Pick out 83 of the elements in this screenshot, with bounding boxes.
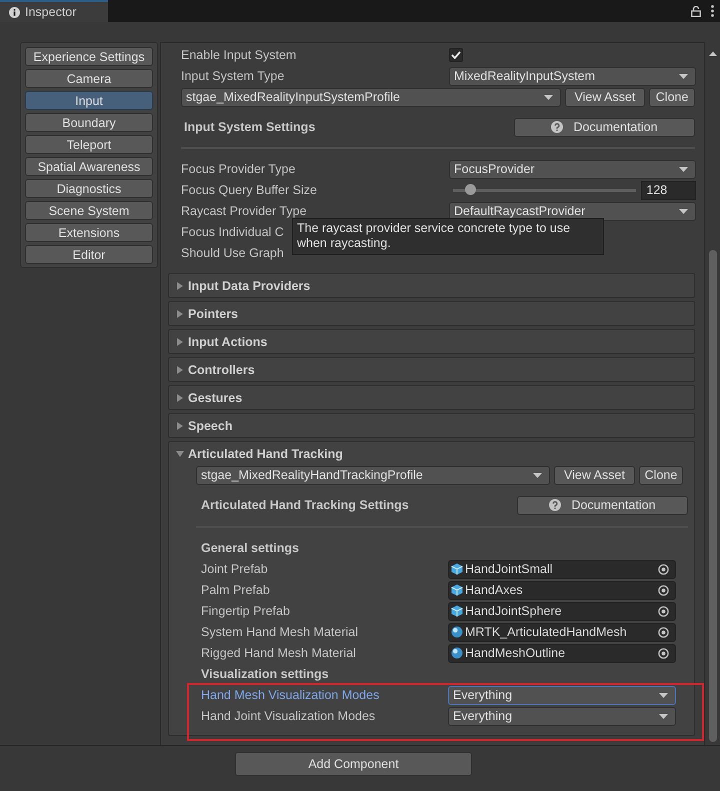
object-field[interactable]: HandAxes: [448, 580, 676, 600]
field-label: Hand Joint Visualization Modes: [201, 709, 376, 723]
nav-button[interactable]: Extensions: [25, 223, 153, 242]
field-label: Rigged Hand Mesh Material: [201, 646, 357, 660]
group-title: General settings: [201, 541, 299, 555]
object-field[interactable]: HandJointSphere: [448, 602, 676, 620]
slider-thumb[interactable]: [464, 184, 476, 194]
info-icon: [9, 6, 20, 18]
foldout-title[interactable]: Input Data Providers: [188, 278, 310, 292]
nav-button[interactable]: Scene System: [25, 201, 153, 220]
caret-icon: [679, 166, 688, 172]
foldout-title[interactable]: Gestures: [188, 390, 242, 404]
field-label: Focus Query Buffer Size: [181, 183, 318, 197]
clone-button[interactable]: Clone: [639, 466, 683, 484]
foldout-title[interactable]: Controllers: [188, 362, 255, 376]
help-icon: [549, 499, 562, 511]
field-label: Hand Mesh Visualization Modes: [201, 688, 380, 702]
more-options-icon: [711, 5, 714, 17]
object-picker-icon: [658, 584, 669, 596]
field-label: Input System Type: [181, 69, 286, 83]
section-title: Articulated Hand Tracking Settings: [201, 498, 409, 512]
view-asset-button[interactable]: View Asset: [564, 88, 646, 106]
enable-checkbox[interactable]: [449, 48, 463, 62]
group-title: Visualization settings: [201, 667, 329, 681]
type-dropdown[interactable]: MixedRealityInputSystem: [449, 66, 696, 86]
nav-button[interactable]: Experience Settings: [25, 47, 153, 66]
nav-button[interactable]: Teleport: [25, 135, 153, 154]
nav-button[interactable]: Editor: [25, 245, 153, 264]
tooltip: The raycast provider service concrete type to use when raycasting.: [292, 218, 604, 255]
value-dropdown[interactable]: DefaultRaycastProvider: [449, 202, 696, 220]
caret-icon: [533, 472, 542, 478]
field-label: Raycast Provider Type: [181, 204, 308, 218]
number-field[interactable]: 128: [641, 180, 696, 200]
object-picker-icon: [658, 648, 669, 658]
nav-button[interactable]: Camera: [25, 69, 153, 88]
object-field[interactable]: MRTK_ArticulatedHandMesh: [448, 622, 676, 642]
field-label: System Hand Mesh Material: [201, 625, 360, 639]
caret-icon: [659, 714, 668, 718]
object-picker-icon: [658, 606, 669, 616]
object-field[interactable]: HandJointSmall: [448, 560, 676, 578]
inspector-tab[interactable]: Inspector: [0, 0, 108, 22]
foldout-title[interactable]: Input Actions: [188, 334, 268, 348]
mode-dropdown[interactable]: Everything: [448, 686, 676, 704]
field-label: Enable Input System: [181, 48, 298, 62]
caret-icon: [659, 692, 668, 698]
nav-button[interactable]: Spatial Awareness: [25, 157, 153, 176]
foldout-title[interactable]: Articulated Hand Tracking: [188, 446, 343, 460]
caret-icon: [679, 74, 688, 78]
sphere-icon: [451, 647, 463, 659]
cube-icon: [451, 584, 463, 596]
view-asset-button[interactable]: View Asset: [554, 466, 635, 484]
caret-icon: [544, 94, 553, 100]
nav-button[interactable]: Diagnostics: [25, 179, 153, 198]
window-title: Inspector: [25, 5, 76, 19]
checkmark-icon: [451, 51, 461, 59]
lock-icon: [691, 6, 701, 16]
field-label: Focus Provider Type: [181, 162, 296, 176]
documentation-button[interactable]: Documentation: [514, 118, 695, 136]
section-title: Input System Settings: [184, 120, 316, 134]
nav-button[interactable]: Input: [25, 91, 153, 110]
add-component-button[interactable]: Add Component: [235, 752, 472, 776]
mode-dropdown[interactable]: Everything: [448, 706, 676, 726]
foldout-title[interactable]: Pointers: [188, 306, 238, 320]
documentation-button[interactable]: Documentation: [517, 496, 688, 514]
cube-icon: [451, 605, 463, 617]
object-picker-icon: [658, 626, 669, 638]
value-dropdown[interactable]: FocusProvider: [449, 160, 696, 178]
nav-button[interactable]: Boundary: [25, 113, 153, 132]
object-picker-icon: [658, 564, 669, 574]
caret-icon: [679, 208, 688, 214]
clone-button[interactable]: Clone: [649, 88, 696, 106]
object-field[interactable]: HandMeshOutline: [448, 644, 676, 662]
field-label: Joint Prefab: [201, 562, 269, 576]
cube-icon: [451, 563, 463, 575]
profile-dropdown[interactable]: stgae_MixedRealityHandTrackingProfile: [196, 466, 550, 484]
help-icon: [551, 121, 564, 133]
foldout-title[interactable]: Speech: [188, 418, 232, 432]
sphere-icon: [451, 626, 463, 638]
field-label: Should Use Graph: [181, 246, 284, 260]
field-label: Fingertip Prefab: [201, 604, 291, 618]
field-label: Palm Prefab: [201, 583, 271, 597]
field-label: Focus Individual C: [181, 225, 284, 239]
profile-dropdown[interactable]: stgae_MixedRealityInputSystemProfile: [181, 88, 561, 106]
